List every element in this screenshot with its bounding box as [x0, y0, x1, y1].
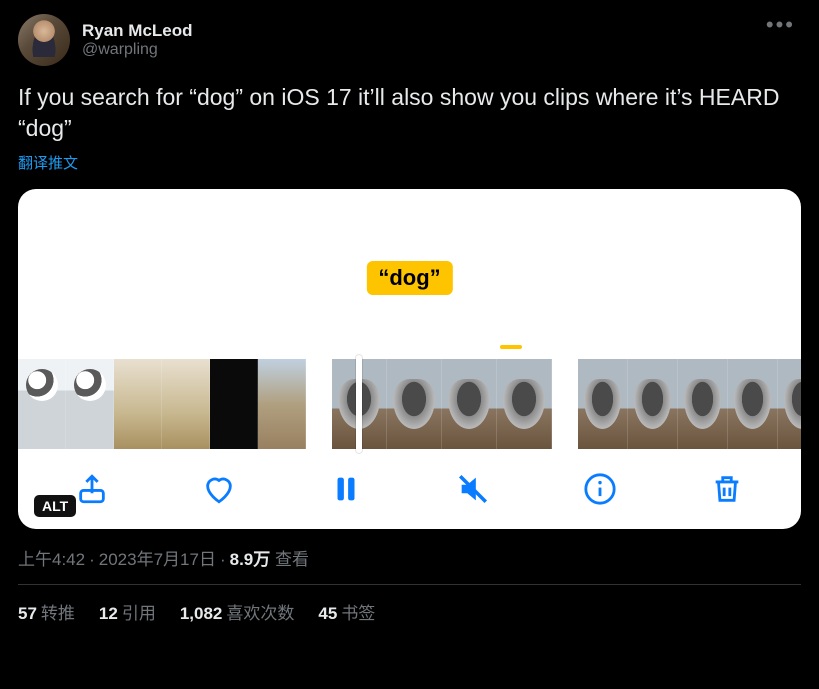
timeline-frame[interactable] [66, 359, 114, 449]
stat-likes[interactable]: 1,082喜欢次数 [180, 599, 295, 624]
timeline-frame[interactable] [497, 359, 552, 449]
translate-link[interactable]: 翻译推文 [18, 152, 801, 173]
tweet-meta: 上午4:42·2023年7月17日·8.9万 查看 [18, 545, 801, 570]
timeline-frame[interactable] [114, 359, 162, 449]
timeline-frame[interactable] [442, 359, 497, 449]
display-name[interactable]: Ryan McLeod [82, 21, 193, 41]
clip-group[interactable] [332, 359, 552, 449]
tweet-text: If you search for “dog” on iOS 17 it’ll … [18, 82, 801, 144]
alt-badge[interactable]: ALT [34, 495, 76, 517]
handle[interactable]: @warpling [82, 41, 193, 59]
clip-group[interactable] [578, 359, 801, 449]
clip-group[interactable] [18, 359, 306, 449]
timeline-frame[interactable] [628, 359, 678, 449]
stat-retweets[interactable]: 57转推 [18, 599, 75, 624]
stat-bookmarks[interactable]: 45书签 [318, 599, 375, 624]
stat-label: 书签 [341, 604, 375, 623]
timeline-frame[interactable] [258, 359, 306, 449]
timeline-frame[interactable] [728, 359, 778, 449]
timeline-frame[interactable] [387, 359, 442, 449]
stat-count: 57 [18, 604, 37, 623]
stat-label: 喜欢次数 [226, 604, 294, 623]
stat-count: 12 [99, 604, 118, 623]
stat-label: 转推 [41, 604, 75, 623]
tweet-header: Ryan McLeod @warpling ••• [18, 14, 801, 66]
info-icon[interactable] [578, 467, 622, 511]
meta-date[interactable]: 2023年7月17日 [99, 550, 216, 569]
stat-count: 45 [318, 604, 337, 623]
more-icon[interactable]: ••• [760, 14, 801, 36]
divider [18, 584, 801, 585]
name-block: Ryan McLeod @warpling [82, 14, 193, 66]
timeline-frame[interactable] [18, 359, 66, 449]
media-preview: “dog” [18, 189, 801, 449]
meta-time[interactable]: 上午4:42 [18, 550, 85, 569]
timeline-frame[interactable] [162, 359, 210, 449]
stat-count: 1,082 [180, 604, 223, 623]
heart-icon[interactable] [197, 467, 241, 511]
pause-icon[interactable] [324, 467, 368, 511]
media-controls [18, 449, 801, 529]
timeline-frame[interactable] [578, 359, 628, 449]
timeline-frame[interactable] [678, 359, 728, 449]
playhead[interactable] [356, 355, 362, 453]
views-label: 查看 [275, 550, 309, 569]
views-count[interactable]: 8.9万 [230, 550, 271, 569]
timeline-frame[interactable] [210, 359, 258, 449]
trash-icon[interactable] [705, 467, 749, 511]
stats-row: 57转推 12引用 1,082喜欢次数 45书签 [18, 599, 801, 624]
stat-label: 引用 [122, 604, 156, 623]
tweet-container: Ryan McLeod @warpling ••• If you search … [0, 0, 819, 638]
share-icon[interactable] [70, 467, 114, 511]
avatar[interactable] [18, 14, 70, 66]
timeline-frame[interactable] [778, 359, 801, 449]
stat-quotes[interactable]: 12引用 [99, 599, 156, 624]
media-card[interactable]: “dog” [18, 189, 801, 529]
mute-icon[interactable] [451, 467, 495, 511]
search-term-badge: “dog” [366, 261, 452, 295]
video-timeline[interactable] [18, 359, 801, 449]
author-block[interactable]: Ryan McLeod @warpling [18, 14, 193, 66]
